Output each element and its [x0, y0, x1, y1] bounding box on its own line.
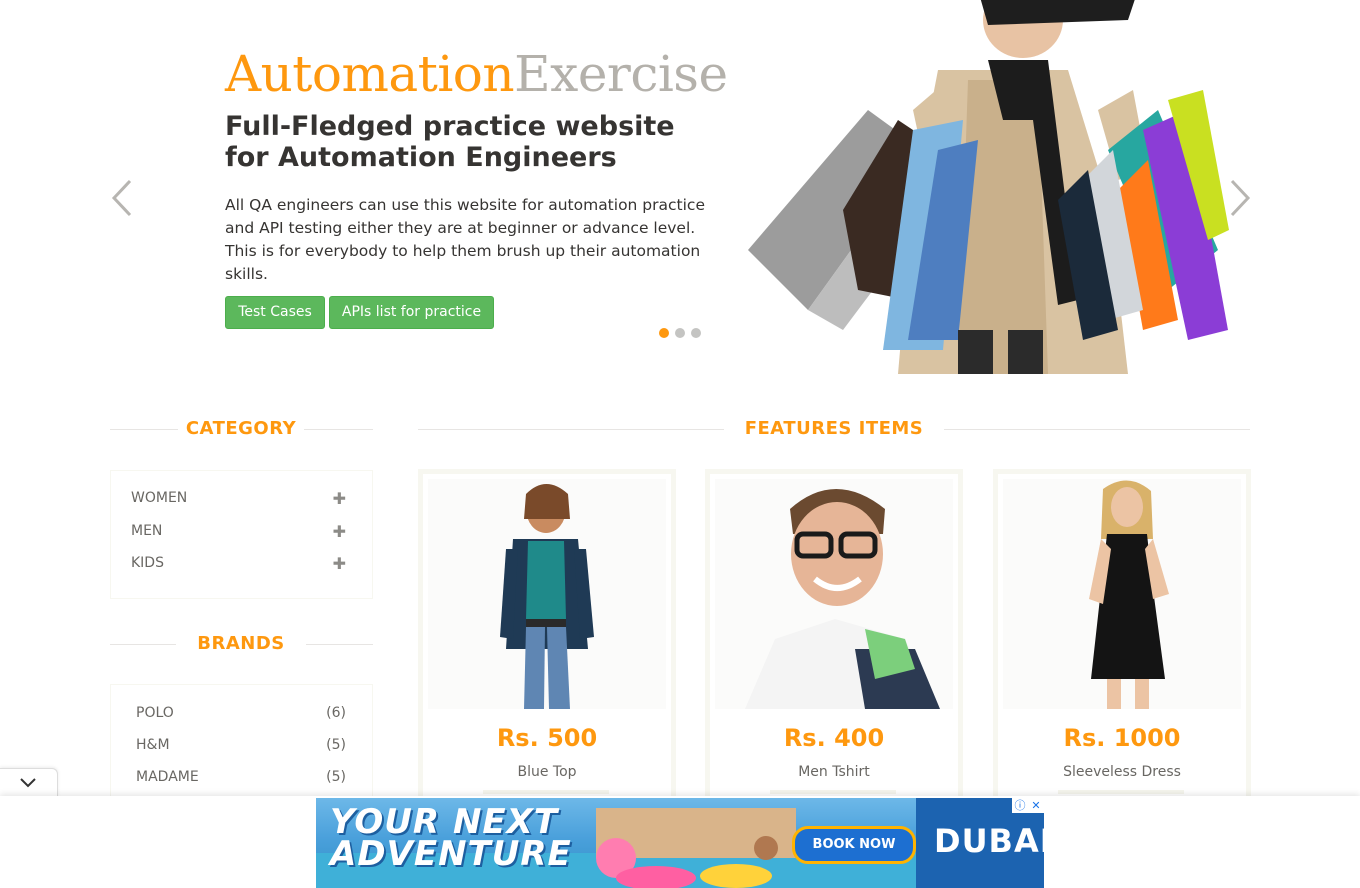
slider-indicator-1[interactable]	[659, 328, 669, 338]
slider-next-arrow[interactable]	[1228, 178, 1252, 218]
brand-item-madame[interactable]: MADAME (5)	[136, 769, 346, 789]
chevron-down-icon	[20, 778, 36, 788]
test-cases-button[interactable]: Test Cases	[225, 296, 325, 329]
ad-close-icon[interactable]: ✕	[1028, 798, 1044, 813]
brand-count: (5)	[326, 737, 346, 753]
ad-book-now-button[interactable]: BOOK NOW	[792, 826, 916, 864]
product-image[interactable]	[1003, 479, 1241, 709]
hero-heading: Full-Fledged practice website for Automa…	[225, 111, 675, 173]
brand-part-automation: Automation	[225, 45, 515, 103]
ad-banner[interactable]: YOUR NEXT ADVENTURE BOOK NOW DUBAI ⓘ ✕	[316, 798, 1044, 888]
ad-headline-line2: ADVENTURE	[330, 834, 572, 874]
chevron-left-icon	[111, 179, 132, 217]
product-card-blue-top: Rs. 500 Blue Top	[418, 469, 676, 809]
brand-name: POLO	[136, 705, 174, 721]
plus-icon: ✚	[332, 522, 346, 541]
brand-part-exercise: Exercise	[514, 45, 728, 103]
product-price: Rs. 500	[496, 724, 598, 752]
apis-list-button[interactable]: APIs list for practice	[329, 296, 494, 329]
brand-count: (6)	[326, 705, 346, 721]
ad-headline: YOUR NEXT ADVENTURE	[330, 805, 572, 874]
product-image[interactable]	[428, 479, 666, 709]
product-image[interactable]	[715, 479, 953, 709]
product-name: Blue Top	[517, 764, 577, 780]
chevron-right-icon	[1230, 179, 1251, 217]
product-name: Sleeveless Dress	[1063, 764, 1181, 780]
plus-icon: ✚	[332, 554, 346, 573]
slider-indicator-3[interactable]	[691, 328, 701, 338]
category-item-men[interactable]: MEN ✚	[131, 522, 346, 543]
add-to-cart-button[interactable]	[770, 790, 896, 794]
category-title: CATEGORY	[178, 418, 304, 439]
brand-item-polo[interactable]: POLO (6)	[136, 705, 346, 725]
product-card-sleeveless-dress: Rs. 1000 Sleeveless Dress	[993, 469, 1251, 809]
category-item-label: MEN	[131, 523, 163, 539]
add-to-cart-button[interactable]	[1058, 790, 1184, 794]
product-card-men-tshirt: Rs. 400 Men Tshirt	[705, 469, 963, 809]
ad-info-icon[interactable]: ⓘ	[1012, 798, 1028, 813]
add-to-cart-button[interactable]	[483, 790, 609, 794]
brand-item-hm[interactable]: H&M (5)	[136, 737, 346, 757]
brand-name: MADAME	[136, 769, 199, 785]
ad-collapse-toggle[interactable]	[0, 768, 58, 797]
product-price: Rs. 400	[783, 724, 885, 752]
brands-title: BRANDS	[176, 633, 306, 654]
slider-indicator-2[interactable]	[675, 328, 685, 338]
category-item-label: WOMEN	[131, 490, 188, 506]
product-name: Men Tshirt	[798, 764, 870, 780]
category-item-label: KIDS	[131, 555, 164, 571]
category-item-women[interactable]: WOMEN ✚	[131, 489, 346, 510]
brand-logo-text: AutomationExercise	[225, 44, 728, 104]
ad-logo: DUBAI	[934, 822, 1044, 860]
product-price: Rs. 1000	[1063, 724, 1181, 752]
brand-count: (5)	[326, 769, 346, 785]
brand-name: H&M	[136, 737, 170, 753]
features-title: FEATURES ITEMS	[724, 418, 944, 439]
hero-description: All QA engineers can use this website fo…	[225, 196, 705, 283]
category-item-kids[interactable]: KIDS ✚	[131, 554, 346, 575]
hero-image	[748, 0, 1229, 374]
plus-icon: ✚	[332, 489, 346, 508]
slider-prev-arrow[interactable]	[110, 178, 134, 218]
